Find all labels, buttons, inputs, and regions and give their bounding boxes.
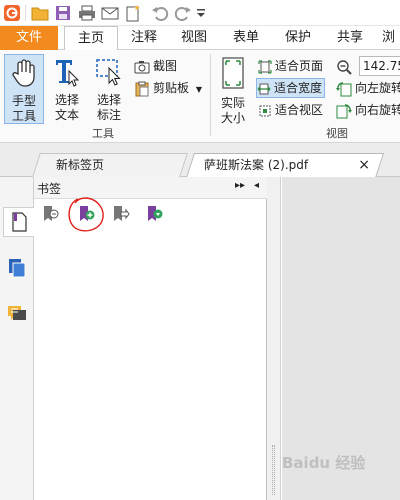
clipboard-label: 剪贴板 xyxy=(153,81,190,95)
close-icon[interactable]: × xyxy=(358,154,370,176)
tab-form[interactable]: 表单 xyxy=(226,26,266,50)
actual-size-label-2: 大小 xyxy=(220,111,245,125)
rotate-right-icon xyxy=(336,103,352,118)
quick-access-toolbar xyxy=(0,0,400,26)
customize-dropdown-icon[interactable] xyxy=(195,3,207,23)
ribbon-panel: 手型 工具 选择 文本 选择 标注 截图 剪贴板 ▼ 工具 实际 大小 适合页面 xyxy=(0,50,400,143)
fit-width-icon xyxy=(257,83,271,94)
panel-collapse-icon[interactable]: ◂ xyxy=(254,180,259,191)
bookmark-panel: 书签 ▸▸ ◂ xyxy=(34,177,267,500)
tab-protect[interactable]: 保护 xyxy=(278,26,318,50)
comment-icon xyxy=(8,306,26,320)
actual-size-icon xyxy=(216,56,250,94)
actual-size-button[interactable]: 实际 大小 xyxy=(216,54,250,125)
tab-file[interactable]: 文件 xyxy=(0,26,58,50)
rotate-right-label: 向右旋转 xyxy=(355,103,400,117)
rotate-right-button[interactable]: 向右旋转 xyxy=(336,100,400,120)
fit-width-label: 适合宽度 xyxy=(274,81,323,95)
camera-icon xyxy=(134,60,150,73)
redo-icon[interactable] xyxy=(173,3,193,23)
zoom-out-button[interactable] xyxy=(336,56,355,76)
hand-tool-button[interactable]: 手型 工具 xyxy=(4,54,44,124)
pages-panel-button[interactable] xyxy=(3,253,31,283)
select-annotation-label-2: 标注 xyxy=(96,108,121,122)
navigation-sidebar xyxy=(0,177,34,500)
fit-page-button[interactable]: 适合页面 xyxy=(258,56,323,76)
bookmark-move-icon[interactable] xyxy=(112,205,130,223)
hand-icon xyxy=(5,58,43,92)
tools-group-label: 工具 xyxy=(92,127,114,140)
rotate-left-button[interactable]: 向左旋转 xyxy=(336,78,400,98)
comments-panel-button[interactable] xyxy=(3,299,31,329)
bookmark-page-icon xyxy=(12,212,27,232)
screenshot-button[interactable]: 截图 xyxy=(134,56,177,76)
rotate-left-label: 向左旋转 xyxy=(355,81,400,95)
select-text-label-2: 文本 xyxy=(54,108,79,122)
app-logo-icon[interactable] xyxy=(2,3,22,23)
fit-visible-label: 适合视区 xyxy=(275,103,324,117)
select-annotation-label-1: 选择 xyxy=(96,93,121,107)
select-annotation-icon xyxy=(90,57,128,91)
clipboard-button[interactable]: 剪贴板 ▼ xyxy=(134,78,202,98)
select-text-button[interactable]: 选择 文本 xyxy=(48,54,86,124)
tab-view[interactable]: 视图 xyxy=(174,26,214,50)
tab-share[interactable]: 共享 xyxy=(330,26,370,50)
view-group-label: 视图 xyxy=(326,127,348,140)
select-text-label-1: 选择 xyxy=(54,93,79,107)
document-tab-label: 萨班斯法案 (2).pdf xyxy=(204,158,309,172)
zoom-out-icon xyxy=(337,59,352,75)
pages-icon xyxy=(9,259,26,278)
tab-browse[interactable]: 浏 xyxy=(382,26,400,50)
open-folder-icon[interactable] xyxy=(30,3,50,23)
document-tab-bar: 新标签页 萨班斯法案 (2).pdf × xyxy=(0,143,400,178)
tab-home[interactable]: 主页 xyxy=(64,26,118,51)
bookmark-panel-title: 书签 xyxy=(37,182,62,196)
fit-visible-icon xyxy=(259,105,271,116)
tab-new-tab[interactable]: 新标签页 xyxy=(32,153,188,177)
chevron-down-icon: ▼ xyxy=(195,85,202,94)
clipboard-icon xyxy=(135,81,149,96)
zoom-input[interactable]: 142.75 xyxy=(359,56,400,76)
rotate-left-icon xyxy=(336,81,352,96)
fit-page-label: 适合页面 xyxy=(275,59,324,73)
fit-visible-button[interactable]: 适合视区 xyxy=(258,100,323,120)
email-icon[interactable] xyxy=(100,3,120,23)
bookmark-options-icon[interactable] xyxy=(146,205,164,223)
fit-width-button[interactable]: 适合宽度 xyxy=(256,78,326,98)
red-circle-annotation xyxy=(68,197,104,232)
new-page-icon[interactable] xyxy=(123,3,143,23)
tab-comment[interactable]: 注释 xyxy=(124,26,164,50)
hand-tool-label-2: 工具 xyxy=(11,109,36,123)
ribbon-tab-bar: 文件 主页 注释 视图 表单 保护 共享 浏 xyxy=(0,26,400,51)
text-cursor-icon xyxy=(48,57,86,91)
new-tab-label: 新标签页 xyxy=(56,158,105,172)
print-icon[interactable] xyxy=(77,3,97,23)
select-annotation-button[interactable]: 选择 标注 xyxy=(90,54,128,124)
undo-icon[interactable] xyxy=(150,3,170,23)
hand-tool-label-1: 手型 xyxy=(11,94,36,108)
fit-page-icon xyxy=(258,59,272,74)
expand-bookmark-icon[interactable] xyxy=(42,205,60,223)
bookmark-panel-button[interactable] xyxy=(3,207,34,237)
panel-expand-icon[interactable]: ▸▸ xyxy=(235,180,245,191)
panel-splitter[interactable] xyxy=(267,177,281,500)
watermark: Baidu 经验 xyxy=(282,454,366,472)
actual-size-label-1: 实际 xyxy=(220,96,245,110)
save-icon[interactable] xyxy=(53,3,73,23)
screenshot-label: 截图 xyxy=(153,59,178,73)
tab-active-document[interactable]: 萨班斯法案 (2).pdf × xyxy=(185,153,385,178)
